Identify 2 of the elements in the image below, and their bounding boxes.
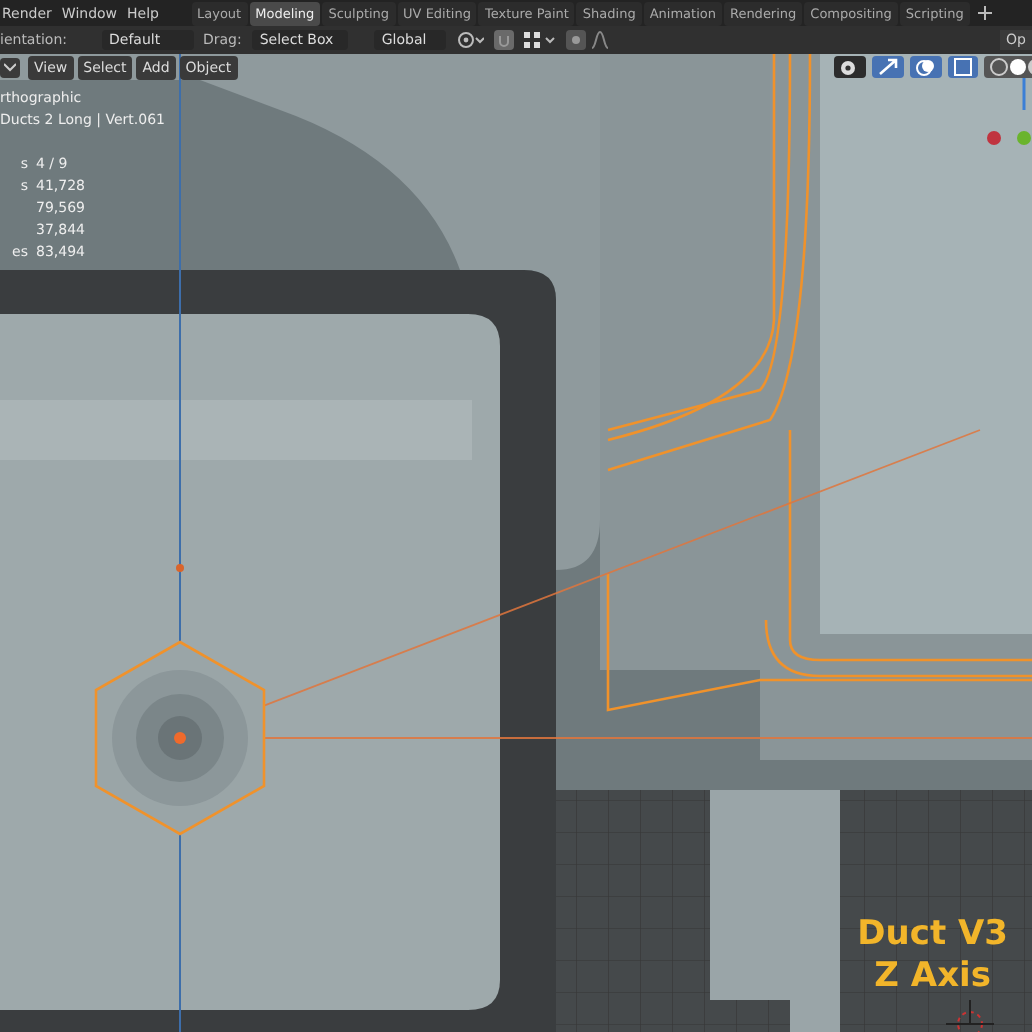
caption-text: Z Axis xyxy=(872,956,993,998)
caption-text: Duct V3 xyxy=(857,914,1008,956)
